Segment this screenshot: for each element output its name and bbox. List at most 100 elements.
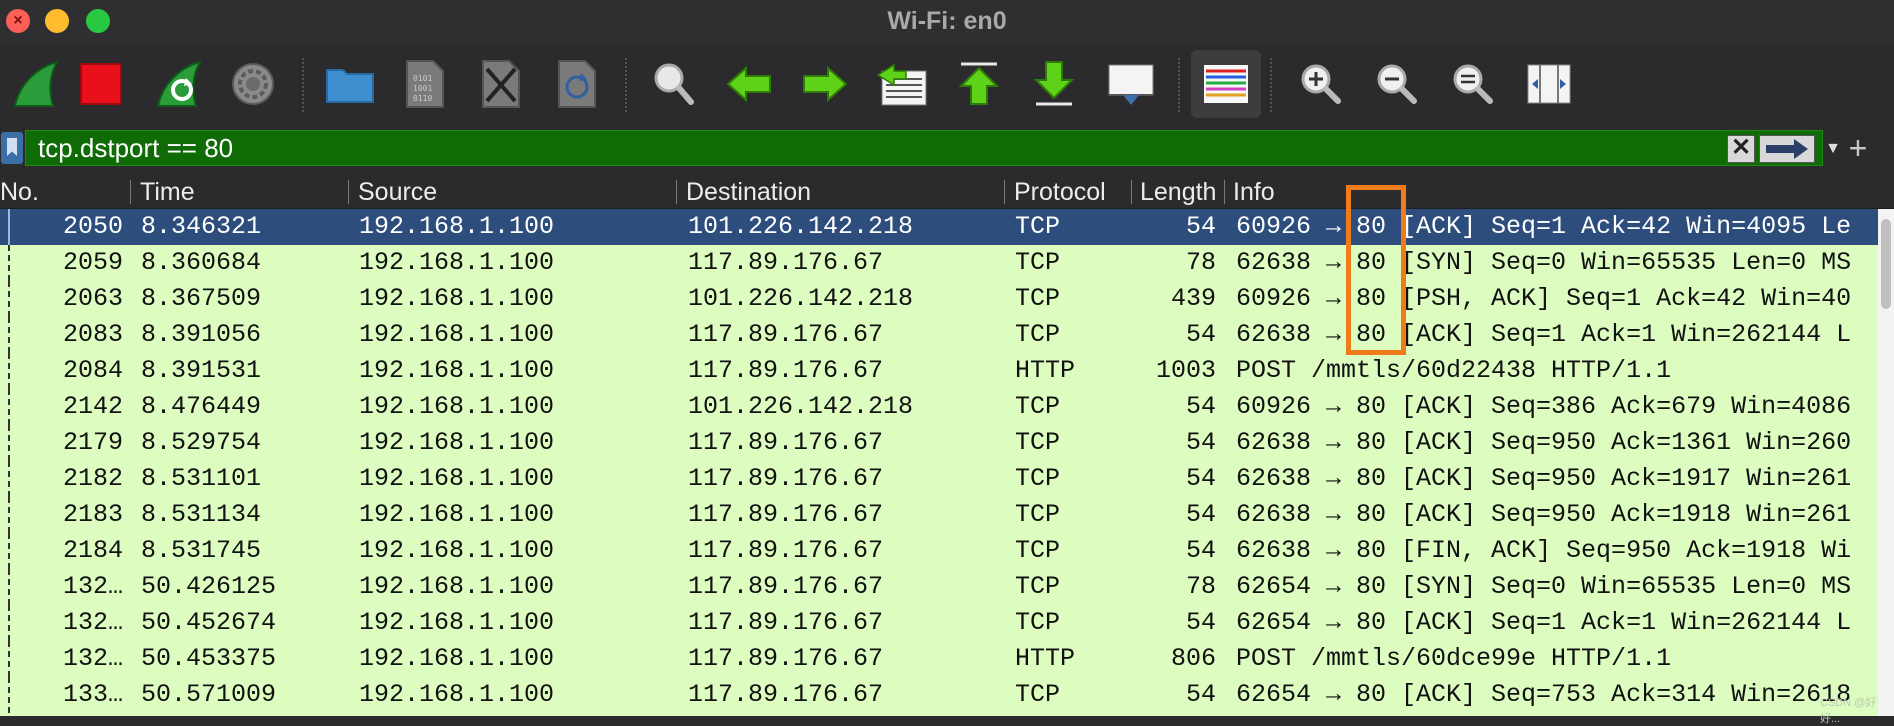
svg-text:0110: 0110 [413, 94, 432, 103]
zoom-in-button[interactable] [1285, 50, 1355, 118]
packet-source: 192.168.1.100 [359, 500, 555, 529]
chevron-down-icon: ▼ [1825, 140, 1841, 157]
goto-packet-icon [876, 63, 927, 106]
close-window-button[interactable]: × [6, 9, 30, 33]
reload-file-button[interactable] [542, 50, 612, 118]
packet-source: 192.168.1.100 [359, 392, 555, 421]
packet-row[interactable]: 2142 8.476449 192.168.1.100 101.226.142.218… [0, 389, 1878, 425]
packet-row[interactable]: 132… 50.426125 192.168.1.100 117.89.176.67 T… [0, 569, 1878, 605]
packet-length: 54 [1185, 680, 1216, 709]
column-divider[interactable] [676, 180, 677, 204]
capture-options-button[interactable] [218, 50, 288, 118]
column-header-source[interactable]: Source [358, 175, 673, 208]
zoom-normal-button[interactable] [1437, 50, 1507, 118]
open-file-button[interactable] [315, 50, 385, 118]
zoom-out-button[interactable] [1361, 50, 1431, 118]
column-header-time[interactable]: Time [140, 175, 345, 208]
packet-time: 8.531745 [141, 536, 262, 565]
column-header-no[interactable]: No. [0, 175, 128, 208]
display-filter-input[interactable]: tcp.dstport == 80 ✕ ▼ [25, 130, 1841, 166]
packet-row[interactable]: 2063 8.367509 192.168.1.100 101.226.142.218… [0, 281, 1878, 317]
column-divider[interactable] [1004, 180, 1005, 204]
packet-no: 133… [62, 680, 123, 709]
stop-capture-button[interactable] [66, 50, 136, 118]
packet-row[interactable]: 133… 50.571009 192.168.1.100 117.89.176.67 T… [0, 677, 1878, 713]
column-header-protocol[interactable]: Protocol [1014, 175, 1129, 208]
watermark: CSDN @好好... [1820, 697, 1877, 725]
packet-protocol: TCP [1015, 392, 1061, 421]
packet-time: 8.367509 [141, 284, 262, 313]
go-forward-button[interactable] [790, 50, 860, 118]
packet-destination: 117.89.176.67 [688, 428, 884, 457]
column-divider[interactable] [1224, 180, 1225, 204]
autoscroll-button[interactable] [1096, 50, 1166, 118]
column-divider[interactable] [130, 180, 131, 204]
packet-row[interactable]: 2182 8.531101 192.168.1.100 117.89.176.67 TC… [0, 461, 1878, 497]
apply-arrow-icon [1766, 139, 1808, 159]
minimize-window-button[interactable] [45, 9, 69, 33]
packet-row[interactable]: 2179 8.529754 192.168.1.100 117.89.176.67 TC… [0, 425, 1878, 461]
go-to-packet-button[interactable] [867, 50, 937, 118]
restart-capture-button[interactable] [143, 50, 213, 118]
packet-no: 132… [62, 608, 123, 637]
filter-bookmark-button[interactable] [1, 132, 23, 164]
display-filter-bar: tcp.dstport == 80 ✕ ▼ + [0, 128, 1894, 168]
packet-destination: 117.89.176.67 [688, 464, 884, 493]
column-header-info[interactable]: Info [1233, 175, 1633, 208]
packet-info: POST /mmtls/60d22438 HTTP/1.1 [1236, 356, 1672, 385]
column-divider[interactable] [348, 180, 349, 204]
packet-destination: 117.89.176.67 [688, 644, 884, 673]
packet-protocol: TCP [1015, 464, 1061, 493]
column-header-destination[interactable]: Destination [686, 175, 1001, 208]
packet-list: No. Time Source Destination Protocol Len… [0, 175, 1894, 716]
packet-rows: 2050 8.346321 192.168.1.100 101.226.142.218… [0, 209, 1878, 716]
packet-info: 62638 → 80 [ACK] Seq=950 Ack=1918 Win=26… [1236, 500, 1852, 529]
packet-row[interactable]: 2183 8.531134 192.168.1.100 117.89.176.67 TC… [0, 497, 1878, 533]
column-divider[interactable] [1131, 180, 1132, 204]
packet-info: 62638 → 80 [ACK] Seq=950 Ack=1361 Win=26… [1236, 428, 1852, 457]
packet-length: 54 [1185, 536, 1216, 565]
packet-protocol: HTTP [1015, 644, 1076, 673]
clear-filter-button[interactable]: ✕ [1727, 135, 1755, 163]
packet-no: 2179 [62, 428, 123, 457]
resize-columns-button[interactable] [1514, 50, 1584, 118]
packet-length: 54 [1185, 392, 1216, 421]
packet-no: 2083 [62, 320, 123, 349]
start-capture-button[interactable] [0, 50, 70, 118]
save-file-button[interactable]: 0101 1001 0110 [390, 50, 460, 118]
find-packet-button[interactable] [638, 50, 708, 118]
packet-row[interactable]: 132… 50.452674 192.168.1.100 117.89.176.67 T… [0, 605, 1878, 641]
packet-row[interactable]: 2184 8.531745 192.168.1.100 117.89.176.67 TC… [0, 533, 1878, 569]
colorize-button[interactable] [1191, 50, 1261, 118]
packet-row[interactable]: 2084 8.391531 192.168.1.100 117.89.176.67 HT… [0, 353, 1878, 389]
packet-protocol: TCP [1015, 284, 1061, 313]
packet-row[interactable]: 2050 8.346321 192.168.1.100 101.226.142.218… [0, 209, 1878, 245]
close-file-button[interactable] [466, 50, 536, 118]
packet-destination: 117.89.176.67 [688, 572, 884, 601]
packet-length: 439 [1170, 284, 1216, 313]
packet-source: 192.168.1.100 [359, 644, 555, 673]
apply-filter-button[interactable] [1759, 135, 1815, 163]
packet-destination: 101.226.142.218 [688, 284, 914, 313]
go-first-button[interactable] [944, 50, 1014, 118]
scrollbar-thumb[interactable] [1881, 219, 1891, 309]
packet-info: 60926 → 80 [PSH, ACK] Seq=1 Ack=42 Win=4… [1236, 284, 1852, 313]
add-filter-button[interactable]: + [1840, 128, 1876, 168]
svg-text:1001: 1001 [413, 84, 432, 93]
toolbar-separator [1270, 58, 1272, 112]
packet-no: 2063 [62, 284, 123, 313]
resize-columns-icon [1527, 64, 1571, 104]
column-header-length[interactable]: Length [1140, 175, 1222, 208]
packet-no: 2059 [62, 248, 123, 277]
packet-row[interactable]: 2059 8.360684 192.168.1.100 117.89.176.67 TC… [0, 245, 1878, 281]
packet-no: 2142 [62, 392, 123, 421]
packet-protocol: TCP [1015, 572, 1061, 601]
packet-row[interactable]: 2083 8.391056 192.168.1.100 117.89.176.67 TC… [0, 317, 1878, 353]
vertical-scrollbar[interactable] [1878, 209, 1894, 716]
maximize-window-button[interactable] [86, 9, 110, 33]
go-back-button[interactable] [714, 50, 784, 118]
packet-source: 192.168.1.100 [359, 680, 555, 709]
packet-row[interactable]: 132… 50.453375 192.168.1.100 117.89.176.67 H… [0, 641, 1878, 677]
packet-time: 8.531101 [141, 464, 262, 493]
go-last-button[interactable] [1019, 50, 1089, 118]
